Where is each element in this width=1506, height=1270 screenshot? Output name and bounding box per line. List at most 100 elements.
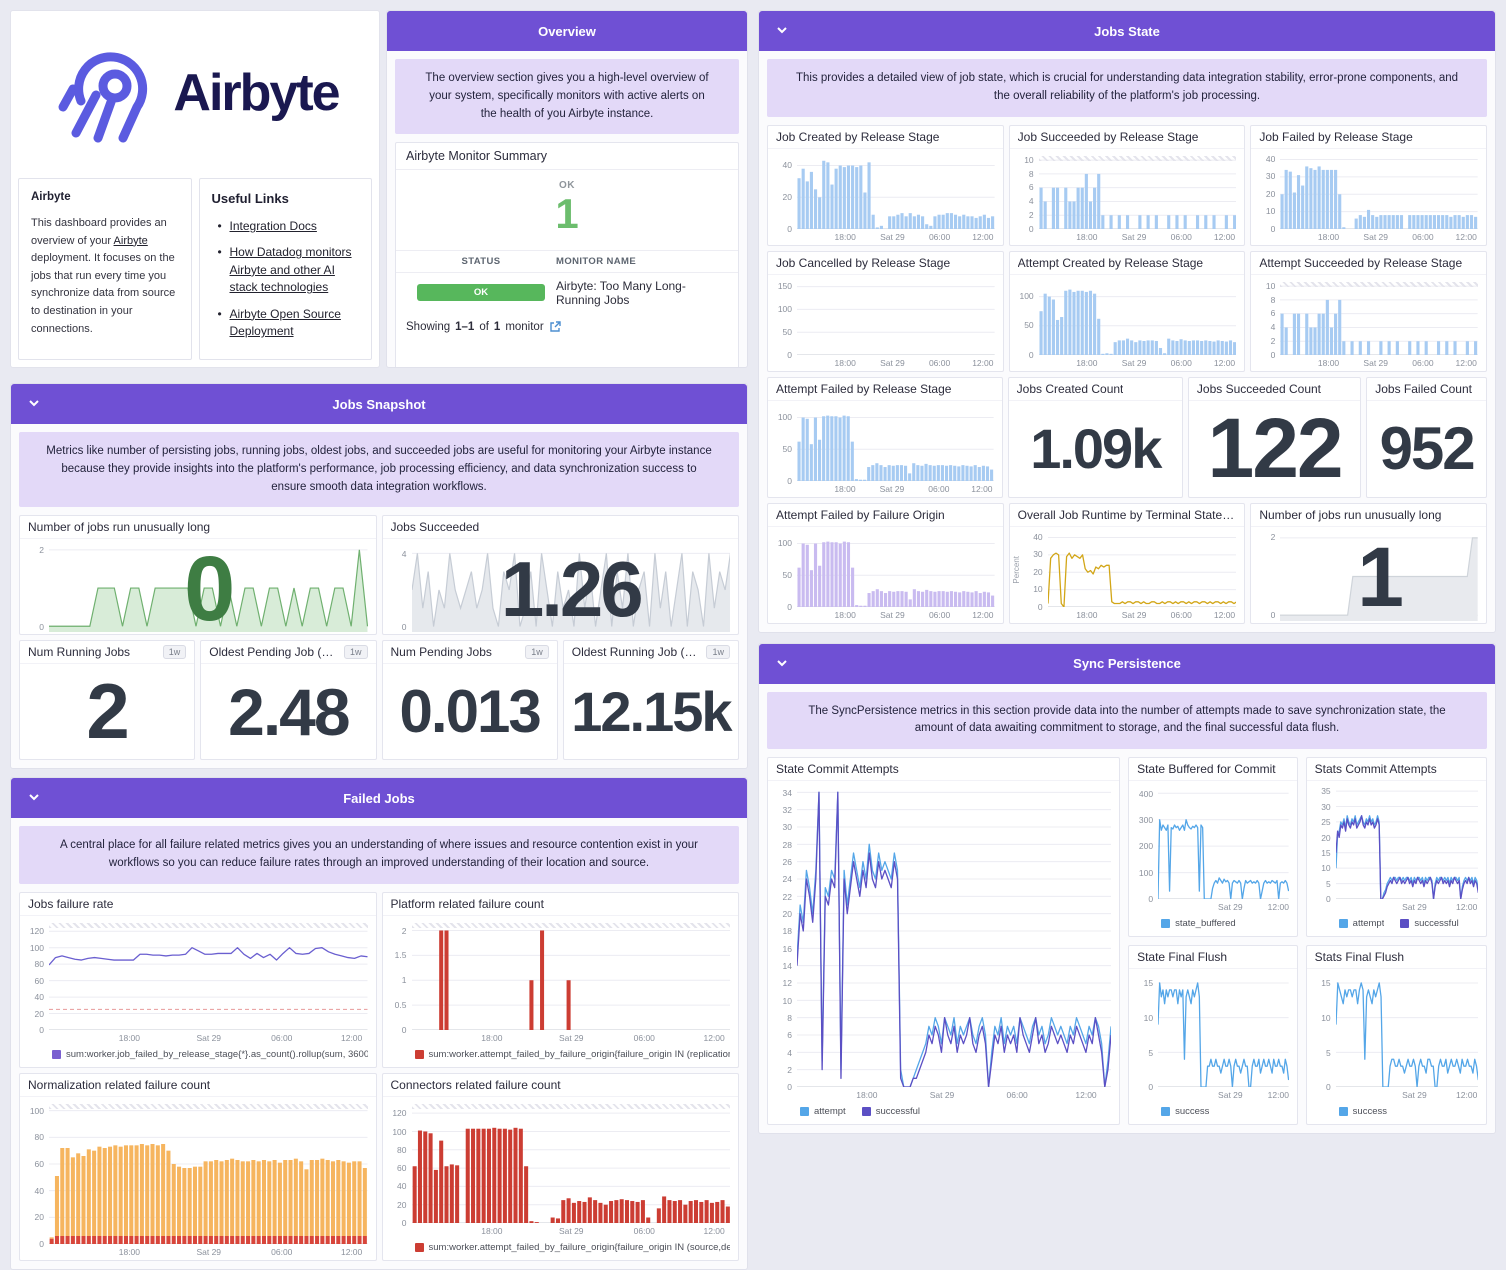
y-tick: 60 (397, 1163, 407, 1174)
y-tick: 50 (1024, 320, 1034, 331)
legend-item[interactable]: sum:worker.attempt_failed_by_failure_ori… (414, 1242, 730, 1253)
y-tick: 4 (1028, 196, 1034, 207)
chart-plot-area[interactable] (797, 156, 995, 229)
monitor-name-link[interactable]: Airbyte: Too Many Long-Running Jobs (556, 279, 728, 307)
legend-item[interactable]: attempt (800, 1106, 846, 1117)
y-tick: 100 (777, 538, 792, 549)
x-axis: 18:00 Sat 29 06:00 12:00 (1040, 357, 1237, 371)
external-link-icon[interactable] (549, 320, 561, 333)
chart-plot-area[interactable] (411, 1104, 730, 1224)
list-item: How Datadog monitors Airbyte and other A… (218, 244, 360, 296)
y-axis: 0 5 10 15 (1131, 976, 1158, 1092)
chart-plot-area[interactable] (1158, 788, 1289, 899)
jobs-state-row-2: Job Cancelled by Release Stage 0 50 100 150 1… (767, 250, 1487, 372)
chart-title-text: State Buffered for Commit (1137, 762, 1276, 777)
legend-item[interactable]: sum:worker.job_failed_by_release_stage{*… (52, 1049, 368, 1060)
chart-attempt-failed-by-release-stage: Attempt Failed by Release Stage 0 50 100 18:… (767, 376, 1003, 498)
integration-docs-link[interactable]: Integration Docs (230, 219, 317, 233)
showing-pre: Showing (406, 320, 451, 333)
monitor-table-header: STATUS MONITOR NAME (396, 249, 738, 273)
chart-plot-area[interactable] (1280, 281, 1478, 355)
collapse-chevron-icon[interactable] (27, 790, 41, 804)
chart-plot-area[interactable] (797, 408, 994, 481)
x-tick: Sat 29 (1363, 231, 1389, 242)
chart-title-text: Oldest Pending Job (Secs) (209, 645, 338, 660)
airbyte-link[interactable]: Airbyte (114, 235, 148, 247)
x-axis: Sat 29 12:00 (1159, 1089, 1289, 1103)
y-tick: 26 (782, 856, 792, 867)
chart-body: 0 5 10 15 (1129, 969, 1297, 1092)
chart-plot-area[interactable] (411, 923, 730, 1031)
stat-num-running-jobs: Num Running Jobs 1w 2 (19, 640, 196, 761)
y-tick: 6 (1270, 308, 1276, 319)
collapse-chevron-icon[interactable] (775, 656, 789, 670)
chart-plot-area[interactable] (1048, 534, 1237, 607)
partial-data-hatch (411, 1104, 730, 1110)
chart-plot-area[interactable]: 1 (1280, 530, 1478, 623)
chart-title-text: Normalization related failure count (28, 1078, 211, 1093)
chart-canvas (49, 923, 368, 1030)
legend-item[interactable]: sum:worker.attempt_failed_by_failure_ori… (414, 1049, 730, 1060)
chart-plot-area[interactable] (1039, 282, 1237, 355)
chart-plot-area[interactable] (1280, 156, 1478, 229)
chart-plot-area[interactable] (797, 534, 995, 607)
how-datadog-monitors-link[interactable]: How Datadog monitors Airbyte and other A… (230, 245, 352, 294)
x-tick: 18:00 (1076, 609, 1098, 620)
chart-title-text: Num Running Jobs (28, 645, 131, 660)
y-tick: 0 (787, 349, 792, 360)
chart-job-failed-by-release-stage: Job Failed by Release Stage 0 10 20 30 40 18:0… (1250, 124, 1487, 246)
chart-body: 0 4 1.26 (383, 539, 739, 634)
y-tick: 40 (1265, 154, 1276, 165)
x-tick: Sat 29 (880, 609, 905, 620)
chart-legend: attempt successful (1307, 915, 1486, 936)
chart-canvas (1048, 534, 1237, 607)
chart-title: Jobs failure rate (20, 893, 376, 917)
chart-plot-area[interactable]: 0 (49, 538, 368, 634)
legend-item[interactable]: successful (1400, 918, 1459, 930)
y-tick: 40 (34, 992, 44, 1003)
chart-title: State Commit Attempts (768, 758, 1120, 782)
chart-plot-area[interactable]: 1.26 (411, 545, 730, 633)
y-tick: 80 (34, 1132, 44, 1143)
collapse-chevron-icon[interactable] (775, 23, 789, 37)
collapse-chevron-icon[interactable] (27, 396, 41, 410)
chart-canvas (797, 160, 995, 229)
chart-plot-area[interactable] (797, 788, 1111, 1087)
chart-plot-area[interactable] (797, 282, 995, 355)
legend-item[interactable]: state_buffered (1161, 918, 1236, 929)
chart-body: 0 100 200 300 400 (1129, 781, 1297, 904)
legend-item[interactable]: attempt (1338, 918, 1384, 929)
section-title: Jobs State (1094, 23, 1160, 39)
legend-label: successful (875, 1106, 921, 1118)
chart-plot-area[interactable] (1038, 155, 1237, 229)
x-axis: Sat 29 12:00 (1159, 901, 1289, 915)
y-tick: 15 (1321, 978, 1331, 989)
chart-plot-area[interactable] (1336, 788, 1478, 899)
legend-item[interactable]: success (1338, 1106, 1387, 1117)
y-tick: 10 (1024, 154, 1034, 165)
y-tick: 200 (1138, 841, 1154, 852)
chart-plot-area[interactable] (49, 923, 368, 1030)
jobs-state-header: Jobs State (759, 11, 1495, 51)
x-tick: Sat 29 (1363, 357, 1389, 368)
partial-data-hatch (411, 923, 730, 929)
status-ok-count: 1 (555, 190, 579, 238)
partial-data-hatch (1038, 155, 1237, 161)
legend-item[interactable]: successful (861, 1106, 921, 1118)
y-tick: 2 (1028, 209, 1034, 220)
chart-plot-area[interactable] (49, 1104, 368, 1245)
showing-mid: of (479, 320, 489, 333)
x-tick: Sat 29 (1402, 902, 1427, 913)
chart-plot-area[interactable] (1336, 976, 1478, 1087)
x-tick: 18:00 (1076, 231, 1098, 242)
chart-title-text: Connectors related failure count (390, 1078, 561, 1093)
airbyte-open-source-link[interactable]: Airbyte Open Source Deployment (230, 307, 341, 338)
showing-total: 1 (493, 320, 501, 333)
x-tick: 12:00 (1455, 231, 1477, 242)
sync-persistence-note: The SyncPersistence metrics in this sect… (767, 691, 1487, 750)
legend-item[interactable]: success (1161, 1106, 1209, 1117)
legend-label: successful (1414, 918, 1459, 930)
y-tick: 10 (1265, 206, 1276, 217)
chart-plot-area[interactable] (1158, 976, 1289, 1087)
chart-number-of-jobs-run-unusually-long: Number of jobs run unusually long 0 2 1 (1250, 502, 1487, 624)
